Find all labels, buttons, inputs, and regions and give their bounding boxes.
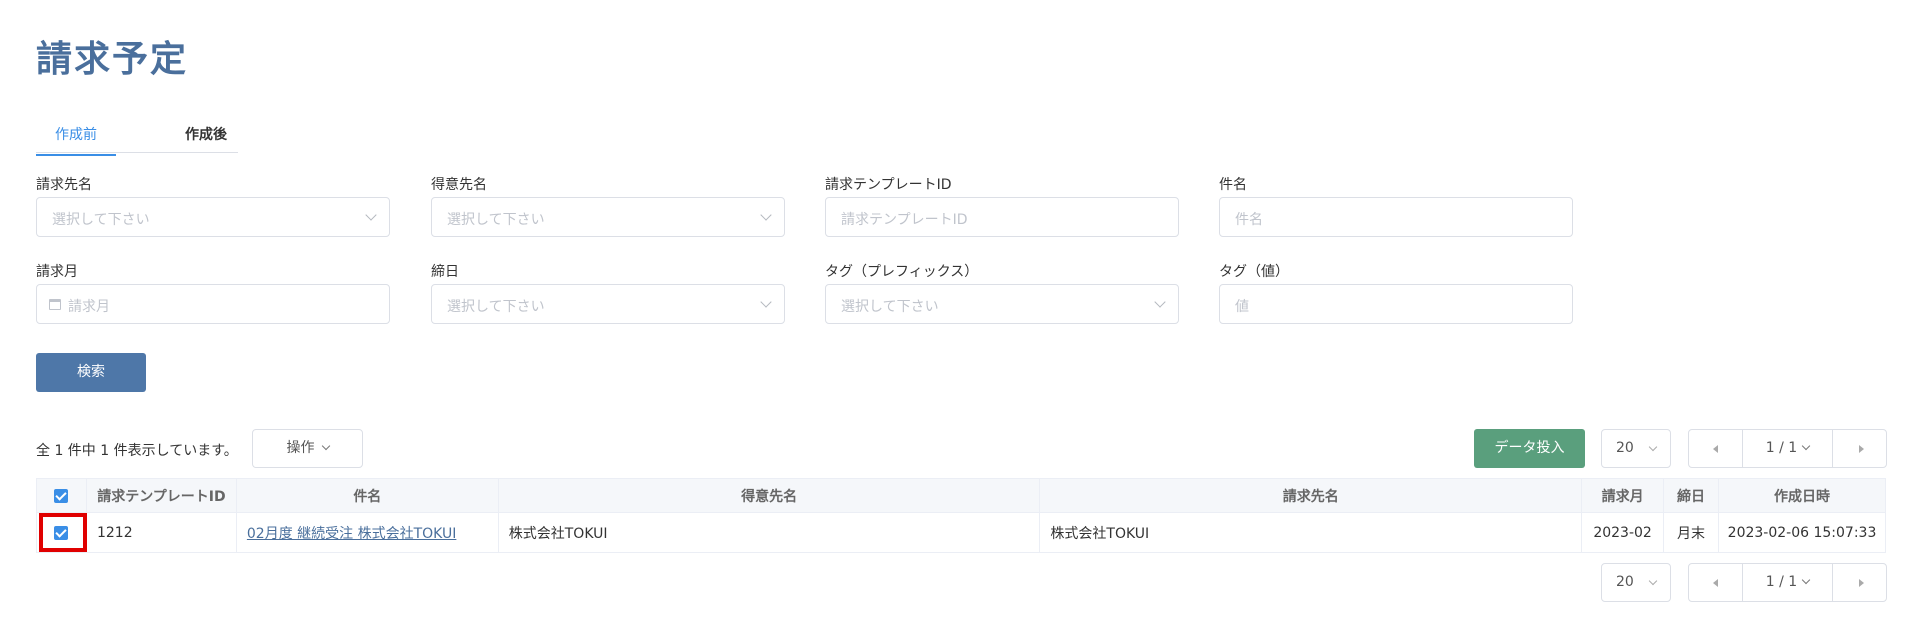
billing-target-placeholder: 選択して下さい: [52, 212, 150, 228]
page-size-value: 20: [1616, 574, 1634, 590]
subject-link[interactable]: 02月度 継続受注 株式会社TOKUI: [247, 526, 456, 542]
closing-day-placeholder: 選択して下さい: [447, 299, 545, 315]
tab-before-creation[interactable]: 作成前: [36, 124, 116, 156]
page-indicator: 1 / 1: [1765, 574, 1798, 590]
pagination-top: 1 / 1: [1688, 429, 1887, 468]
subject-placeholder: 件名: [1235, 212, 1263, 228]
tag-value-label: タグ（値）: [1219, 264, 1289, 280]
tag-prefix-placeholder: 選択して下さい: [841, 299, 939, 315]
closing-day-label: 締日: [431, 264, 459, 280]
chevron-down-icon: [321, 441, 330, 451]
template-id-placeholder: 請求テンプレートID: [841, 212, 968, 228]
col-header-created-at[interactable]: 作成日時: [1718, 478, 1886, 513]
caret-right-icon: [1859, 445, 1864, 453]
operations-label: 操作: [286, 440, 315, 456]
cell-created-at: 2023-02-06 15:07:33: [1718, 512, 1886, 553]
col-header-closing-day[interactable]: 締日: [1663, 478, 1720, 513]
prev-page-button[interactable]: [1689, 430, 1743, 467]
col-header-billing-month[interactable]: 請求月: [1581, 478, 1665, 513]
template-id-input[interactable]: 請求テンプレートID: [825, 197, 1179, 237]
billing-target-label: 請求先名: [36, 177, 92, 193]
chevron-down-icon: [1801, 441, 1811, 451]
billing-month-placeholder: 請求月: [68, 299, 110, 315]
chevron-down-icon: [1154, 296, 1166, 308]
tag-value-placeholder: 値: [1235, 299, 1249, 315]
billing-schedule-table: 請求テンプレートID 件名 得意先名 請求先名 請求月 締日 作成日時 1212…: [36, 478, 1886, 553]
tag-value-input[interactable]: 値: [1219, 284, 1573, 324]
operations-button[interactable]: 操作: [252, 429, 363, 468]
data-import-button[interactable]: データ投入: [1474, 429, 1585, 468]
table-row: 1212 02月度 継続受注 株式会社TOKUI 株式会社TOKUI 株式会社T…: [36, 512, 1886, 553]
col-header-template-id[interactable]: 請求テンプレートID: [85, 478, 237, 513]
caret-right-icon: [1859, 579, 1864, 587]
pagination-bottom: 1 / 1: [1688, 563, 1887, 602]
page-title: 請求予定: [36, 39, 189, 80]
cell-customer: 株式会社TOKUI: [497, 512, 1041, 553]
chevron-down-icon: [365, 209, 377, 221]
cell-subject: 02月度 継続受注 株式会社TOKUI: [235, 512, 499, 553]
prev-page-button[interactable]: [1689, 564, 1743, 601]
billing-month-picker[interactable]: 請求月: [36, 284, 390, 324]
chevron-down-icon: [760, 296, 772, 308]
tab-bar: 作成前 作成後: [36, 120, 238, 156]
chevron-down-icon: [1648, 442, 1658, 452]
cell-closing-day: 月末: [1663, 512, 1720, 553]
tag-prefix-label: タグ（プレフィックス）: [825, 264, 979, 280]
col-header-customer[interactable]: 得意先名: [497, 478, 1041, 513]
chevron-down-icon: [1801, 575, 1811, 585]
next-page-button[interactable]: [1832, 564, 1886, 601]
customer-label: 得意先名: [431, 177, 487, 193]
cell-template-id: 1212: [85, 512, 237, 553]
page-size-select-top[interactable]: 20: [1601, 429, 1671, 468]
caret-left-icon: [1713, 445, 1718, 453]
tag-prefix-select[interactable]: 選択して下さい: [825, 284, 1179, 324]
subject-label: 件名: [1219, 177, 1247, 193]
tab-after-creation[interactable]: 作成後: [166, 124, 246, 144]
billing-target-select[interactable]: 選択して下さい: [36, 197, 390, 237]
chevron-down-icon: [760, 209, 772, 221]
col-header-billing-target[interactable]: 請求先名: [1039, 478, 1583, 513]
template-id-label: 請求テンプレートID: [825, 177, 952, 193]
calendar-icon: [49, 299, 61, 310]
customer-select[interactable]: 選択して下さい: [431, 197, 785, 237]
page-size-value: 20: [1616, 440, 1634, 456]
chevron-down-icon: [1648, 576, 1658, 586]
next-page-button[interactable]: [1832, 430, 1886, 467]
subject-input[interactable]: 件名: [1219, 197, 1573, 237]
closing-day-select[interactable]: 選択して下さい: [431, 284, 785, 324]
select-all-cell: [36, 478, 87, 513]
caret-left-icon: [1713, 579, 1718, 587]
cell-billing-month: 2023-02: [1581, 512, 1665, 553]
col-header-subject[interactable]: 件名: [235, 478, 499, 513]
page-indicator: 1 / 1: [1765, 440, 1798, 456]
highlight-box: [39, 513, 87, 552]
page-select[interactable]: 1 / 1: [1743, 440, 1832, 456]
customer-placeholder: 選択して下さい: [447, 212, 545, 228]
select-all-checkbox[interactable]: [54, 488, 69, 503]
table-header-row: 請求テンプレートID 件名 得意先名 請求先名 請求月 締日 作成日時: [36, 478, 1886, 513]
cell-billing-target: 株式会社TOKUI: [1039, 512, 1583, 553]
search-button[interactable]: 検索: [36, 353, 146, 392]
page-select[interactable]: 1 / 1: [1743, 574, 1832, 590]
billing-month-label: 請求月: [36, 264, 78, 280]
result-count: 全 1 件中 1 件表示しています。: [36, 443, 238, 459]
page-size-select-bottom[interactable]: 20: [1601, 563, 1671, 602]
